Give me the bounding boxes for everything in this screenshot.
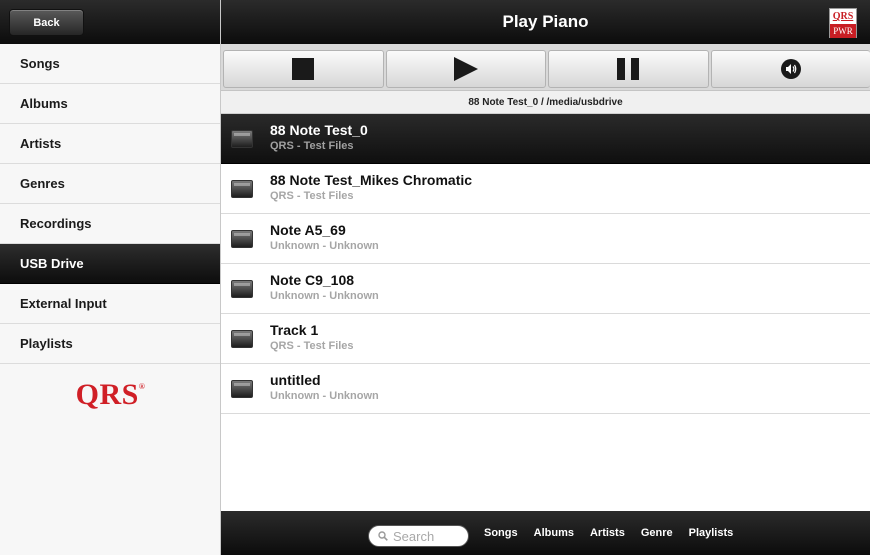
track-text: untitled Unknown - Unknown — [270, 372, 379, 403]
sidebar-item-label: Playlists — [20, 336, 73, 351]
stop-icon — [292, 58, 315, 80]
sidebar-item-label: Genres — [20, 176, 65, 191]
tab-playlists[interactable]: Playlists — [689, 527, 734, 539]
tab-artists[interactable]: Artists — [590, 527, 625, 539]
transport-controls — [221, 44, 870, 91]
track-title: Track 1 — [270, 322, 319, 338]
search-input[interactable]: Search — [368, 525, 469, 547]
pause-icon — [617, 58, 640, 80]
track-subtitle: Unknown - Unknown — [270, 290, 379, 302]
search-icon — [378, 531, 388, 541]
track-list: 88 Note Test_0 QRS - Test Files 88 Note … — [221, 114, 870, 414]
sidebar-item-external-input[interactable]: External Input — [0, 284, 220, 324]
track-title: 88 Note Test_0 — [270, 122, 368, 138]
now-playing-path-text: 88 Note Test_0 / /media/usbdrive — [468, 96, 623, 108]
sidebar-item-recordings[interactable]: Recordings — [0, 204, 220, 244]
sidebar-item-usb-drive[interactable]: USB Drive — [0, 244, 220, 284]
now-playing-path: 88 Note Test_0 / /media/usbdrive — [221, 91, 870, 114]
qrs-logo-text: QRS — [75, 378, 139, 411]
sidebar-item-label: Recordings — [20, 216, 92, 231]
sidebar-item-label: USB Drive — [20, 256, 84, 271]
qrs-logo: QRS® — [0, 378, 221, 412]
tab-songs[interactable]: Songs — [484, 527, 518, 539]
badge-top-text: QRS — [832, 11, 854, 22]
media-file-icon — [231, 230, 253, 248]
back-button[interactable]: Back — [9, 9, 84, 36]
registered-mark: ® — [138, 382, 146, 391]
track-subtitle: QRS - Test Files — [270, 140, 354, 152]
media-file-icon — [231, 180, 253, 198]
track-row[interactable]: Note C9_108 Unknown - Unknown — [221, 264, 870, 314]
search-placeholder: Search — [393, 528, 435, 544]
sidebar-item-playlists[interactable]: Playlists — [0, 324, 220, 364]
play-icon — [453, 57, 478, 81]
sidebar-item-albums[interactable]: Albums — [0, 84, 220, 124]
page-title: Play Piano — [502, 12, 589, 31]
track-title: 88 Note Test_Mikes Chromatic — [270, 172, 473, 188]
track-text: Note A5_69 Unknown - Unknown — [270, 222, 379, 253]
track-row[interactable]: 88 Note Test_Mikes Chromatic QRS - Test … — [221, 164, 870, 214]
sidebar-item-label: External Input — [20, 296, 107, 311]
track-title: Note C9_108 — [270, 272, 355, 288]
track-row[interactable]: Note A5_69 Unknown - Unknown — [221, 214, 870, 264]
track-text: Note C9_108 Unknown - Unknown — [270, 272, 379, 303]
media-file-icon — [231, 130, 253, 148]
play-button[interactable] — [385, 50, 546, 88]
track-subtitle: QRS - Test Files — [270, 340, 354, 352]
tab-genre[interactable]: Genre — [641, 527, 673, 539]
media-file-icon — [231, 330, 253, 348]
bottom-toolbar: Search Songs Albums Artists Genre Playli… — [221, 511, 870, 555]
badge-bottom-text: PWR — [830, 24, 856, 38]
track-text: 88 Note Test_Mikes Chromatic QRS - Test … — [270, 172, 472, 203]
track-title: Note A5_69 — [270, 222, 346, 238]
qrs-pwr-badge[interactable]: QRS PWR — [829, 8, 857, 38]
sidebar-list: Songs Albums Artists Genres Recordings U… — [0, 44, 220, 364]
track-row[interactable]: Track 1 QRS - Test Files — [221, 314, 870, 364]
sidebar-header: Back — [0, 0, 220, 44]
track-row[interactable]: untitled Unknown - Unknown — [221, 364, 870, 414]
sidebar-item-artists[interactable]: Artists — [0, 124, 220, 164]
top-bar: Play Piano QRS PWR — [221, 0, 870, 44]
track-text: 88 Note Test_0 QRS - Test Files — [270, 122, 368, 153]
media-file-icon — [231, 380, 253, 398]
volume-button[interactable] — [710, 50, 870, 88]
volume-icon — [780, 59, 801, 79]
sidebar-item-songs[interactable]: Songs — [0, 44, 220, 84]
track-subtitle: QRS - Test Files — [270, 190, 354, 202]
track-title: untitled — [270, 372, 321, 388]
stop-button[interactable] — [223, 50, 384, 88]
sidebar-item-label: Songs — [20, 56, 60, 71]
track-subtitle: Unknown - Unknown — [270, 390, 379, 402]
sidebar: Back Songs Albums Artists Genres Recordi… — [0, 0, 221, 555]
track-row[interactable]: 88 Note Test_0 QRS - Test Files — [221, 114, 870, 164]
sidebar-item-label: Artists — [20, 136, 62, 151]
tab-albums[interactable]: Albums — [534, 527, 574, 539]
pause-button[interactable] — [548, 50, 709, 88]
sidebar-item-genres[interactable]: Genres — [0, 164, 220, 204]
main-panel: Play Piano QRS PWR 88 Note Test_0 / /med… — [221, 0, 870, 555]
bottom-tabs: Songs Albums Artists Genre Playlists — [484, 511, 749, 555]
media-file-icon — [231, 280, 253, 298]
track-text: Track 1 QRS - Test Files — [270, 322, 354, 353]
sidebar-item-label: Albums — [20, 96, 68, 111]
back-button-label: Back — [33, 16, 60, 29]
track-subtitle: Unknown - Unknown — [270, 240, 379, 252]
